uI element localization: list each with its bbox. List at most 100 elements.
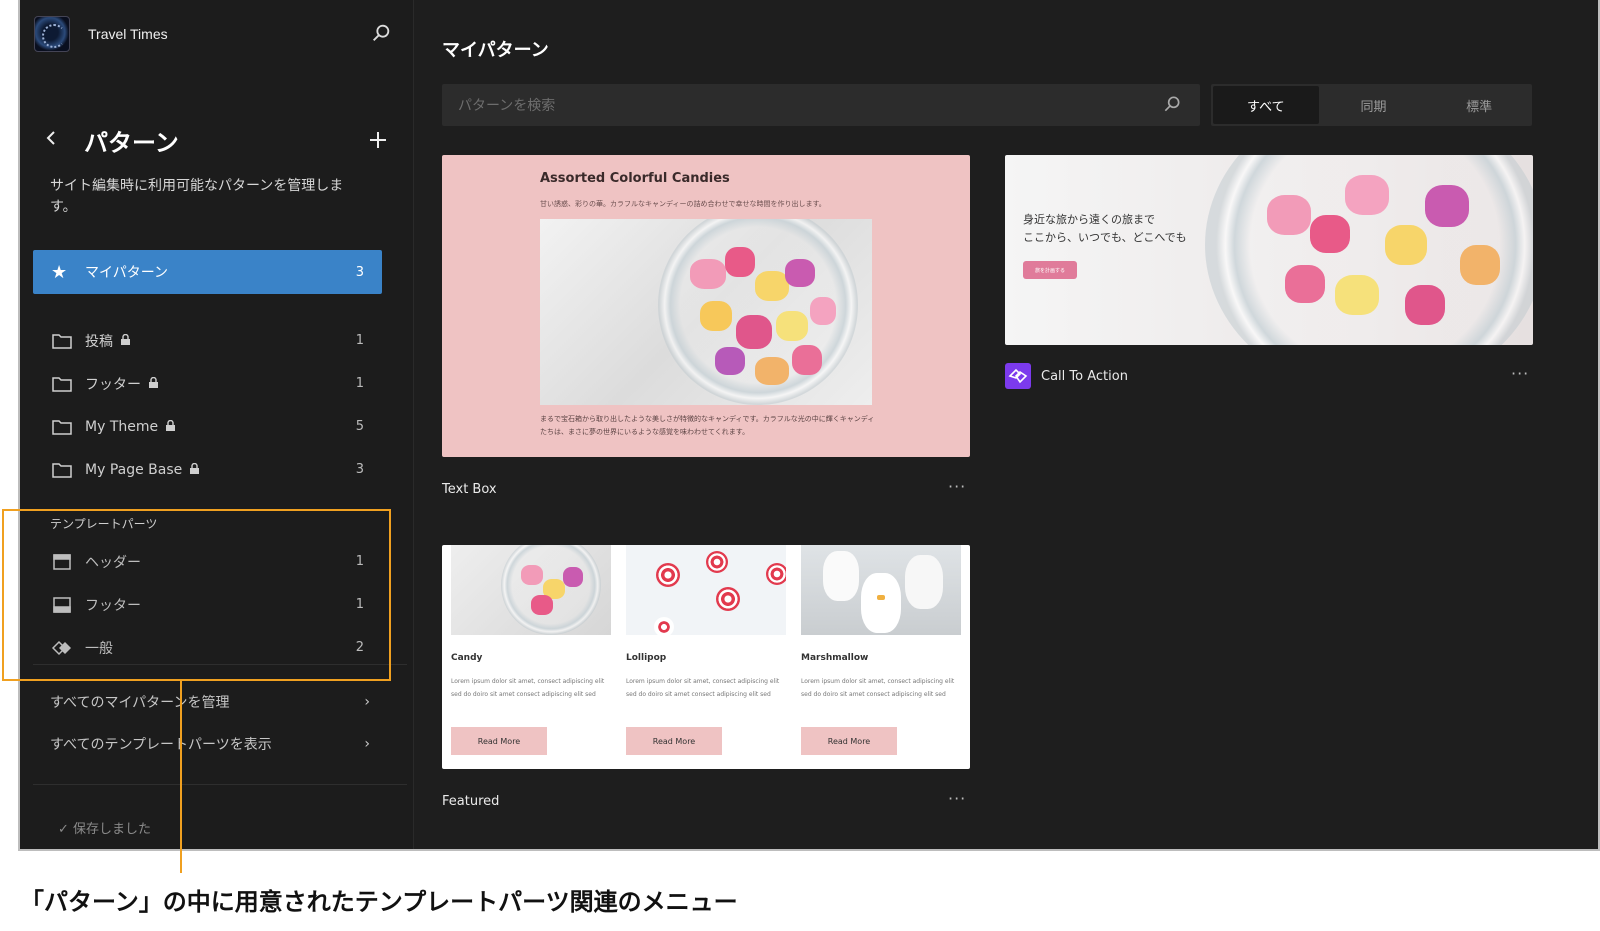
featured-item: Marshmallow Lorem ipsum dolor sit amet, … (801, 545, 961, 769)
main-content: マイパターン パターンを検索 すべて 同期 標準 Assorted Colorf… (414, 0, 1598, 849)
read-more-button: Read More (626, 727, 722, 755)
chevron-right-icon: › (364, 736, 370, 752)
pattern-name[interactable]: Text Box (442, 482, 497, 497)
filter-standard[interactable]: 標準 (1426, 84, 1532, 126)
candy-image (451, 545, 611, 635)
read-more-button: Read More (451, 727, 547, 755)
site-logo-icon[interactable] (34, 16, 70, 52)
sidebar-item-category[interactable]: My Page Base 3 (33, 448, 382, 491)
search-icon (1162, 94, 1184, 116)
pattern-preview[interactable]: Candy Lorem ipsum dolor sit amet, consec… (442, 545, 970, 769)
candy (1345, 175, 1389, 215)
candy (531, 595, 553, 615)
filter-synced[interactable]: 同期 (1321, 84, 1427, 126)
site-editor-window: Travel Times パターン サイト編集時に利用可能なパターンを管理します… (18, 0, 1600, 851)
featured-title: Lollipop (626, 653, 667, 663)
filter-all[interactable]: すべて (1213, 86, 1319, 124)
sidebar-item-category[interactable]: フッター 1 (33, 362, 382, 405)
candy (1285, 265, 1325, 303)
panel-header: パターン (44, 120, 394, 160)
featured-item: Lollipop Lorem ipsum dolor sit amet, con… (626, 545, 786, 769)
cta-line-2: ここから、いつでも、どこへでも (1023, 231, 1187, 244)
candy (776, 311, 808, 341)
candy (563, 567, 583, 587)
item-count: 3 (355, 264, 364, 280)
preview-footer-text: まるで宝石箱から取り出したような美しさが特徴的なキャンディです。カラフルな光の中… (540, 415, 875, 436)
sidebar-item-category[interactable]: 投稿 1 (33, 319, 382, 362)
lollipop (766, 563, 786, 585)
lollipop (656, 563, 680, 587)
annotation-leader-line (180, 681, 182, 873)
pattern-name[interactable]: Featured (442, 794, 499, 809)
lock-icon (190, 462, 200, 477)
candy (725, 247, 755, 277)
panel-description: サイト編集時に利用可能なパターンを管理します。 (50, 178, 344, 215)
lock-icon (149, 376, 158, 391)
candy (1310, 215, 1350, 253)
save-status-label: 保存しました (73, 822, 152, 837)
back-chevron-icon[interactable] (44, 128, 62, 152)
lock-icon (121, 333, 130, 348)
folder-icon (51, 332, 73, 350)
more-options-icon[interactable]: ··· (948, 477, 966, 496)
manage-patterns-link[interactable]: すべてのマイパターンを管理 › (50, 687, 370, 717)
candy (755, 271, 789, 301)
item-count: 5 (355, 419, 364, 434)
featured-title: Marshmallow (801, 653, 869, 663)
item-count: 1 (355, 376, 364, 391)
category-label: 投稿 (85, 333, 113, 350)
add-pattern-icon[interactable] (368, 124, 388, 157)
featured-item: Candy Lorem ipsum dolor sit amet, consec… (451, 545, 611, 769)
marshmallow (823, 551, 859, 601)
annotation-caption: 「パターン」の中に用意されたテンプレートパーツ関連のメニュー (20, 888, 738, 916)
candy-jar-image (540, 219, 872, 405)
preview-title: Assorted Colorful Candies (540, 171, 730, 186)
lollipop (716, 587, 740, 611)
candy (715, 347, 745, 375)
search-icon[interactable] (370, 22, 394, 46)
candy (785, 259, 815, 287)
sync-filter-toggle: すべて 同期 標準 (1211, 84, 1532, 126)
more-options-icon[interactable]: ··· (1511, 364, 1529, 383)
lollipop-image (626, 545, 786, 635)
site-name[interactable]: Travel Times (88, 26, 168, 42)
category-label: フッター (85, 376, 141, 393)
candy (1460, 245, 1500, 285)
preview-subtitle: 甘い誘惑、彩りの華。カラフルなキャンディーの詰め合わせで幸せな時間を作り出します… (540, 200, 826, 208)
category-label: My Theme (85, 418, 159, 435)
candy (521, 565, 543, 585)
sidebar-item-my-patterns[interactable]: ★ マイパターン 3 (33, 250, 382, 294)
cta-text: 身近な旅から遠くの旅まで ここから、いつでも、どこへでも (1023, 211, 1187, 247)
link-label: すべてのテンプレートパーツを表示 (50, 737, 272, 753)
candy (700, 301, 732, 331)
item-count: 3 (355, 462, 364, 477)
item-count: 1 (355, 333, 364, 348)
sidebar-item-category[interactable]: My Theme 5 (33, 405, 382, 448)
pattern-category-list: 投稿 1 フッター 1 My Theme 5 My Page Base 3 (33, 319, 382, 491)
folder-icon (51, 461, 73, 479)
pattern-search-input[interactable]: パターンを検索 (442, 84, 1200, 126)
category-label: My Page Base (85, 461, 183, 478)
check-icon: ✓ (58, 822, 69, 837)
annotation-highlight-box (2, 509, 391, 681)
search-placeholder: パターンを検索 (458, 98, 556, 114)
featured-title: Candy (451, 653, 483, 663)
pattern-preview[interactable]: 身近な旅から遠くの旅まで ここから、いつでも、どこへでも 旅を計画する (1005, 155, 1533, 345)
more-options-icon[interactable]: ··· (948, 789, 966, 808)
candy (792, 345, 822, 375)
pattern-name[interactable]: Call To Action (1041, 369, 1128, 384)
sidebar-item-label: マイパターン (85, 265, 169, 281)
site-header: Travel Times (34, 14, 394, 54)
candy (755, 357, 789, 385)
view-template-parts-link[interactable]: すべてのテンプレートパーツを表示 › (50, 729, 370, 759)
panel-title: パターン (84, 128, 179, 157)
lock-icon (166, 419, 176, 434)
page-title: マイパターン (442, 40, 549, 61)
link-label: すべてのマイパターンを管理 (50, 695, 230, 711)
beak (877, 595, 885, 600)
pattern-preview[interactable]: Assorted Colorful Candies 甘い誘惑、彩りの華。カラフル… (442, 155, 970, 457)
cta-preview-button: 旅を計画する (1023, 261, 1077, 279)
candy (1335, 275, 1379, 315)
lollipop (706, 551, 728, 573)
candy (1385, 225, 1427, 265)
